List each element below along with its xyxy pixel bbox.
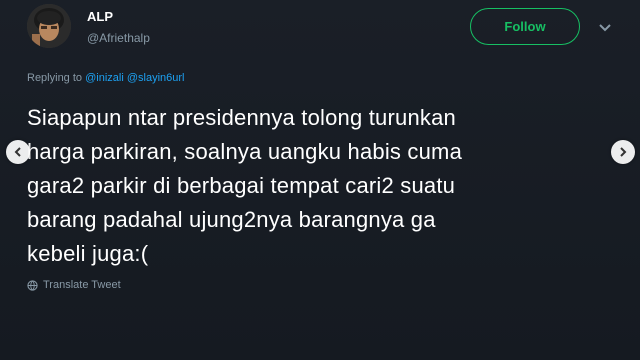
globe-icon bbox=[27, 279, 38, 291]
follow-button[interactable]: Follow bbox=[470, 8, 580, 45]
tweet-text-line: barang padahal ujung2nya barangnya ga bbox=[27, 207, 436, 232]
reply-mention[interactable]: @slayin6url bbox=[127, 72, 185, 84]
reply-mention[interactable]: @inizali bbox=[85, 72, 124, 84]
tweet-text-line: Siapapun ntar presidennya tolong turunka… bbox=[27, 105, 456, 130]
carousel-next-button[interactable] bbox=[611, 140, 635, 164]
chevron-right-icon bbox=[620, 147, 627, 157]
translate-tweet-label: Translate Tweet bbox=[43, 279, 121, 291]
avatar[interactable] bbox=[27, 4, 71, 48]
tweet-text-line: gara2 parkir di berbagai tempat cari2 su… bbox=[27, 173, 456, 198]
replying-to-label: Replying to bbox=[27, 72, 83, 84]
chevron-down-icon[interactable] bbox=[597, 22, 613, 34]
replying-to-line: Replying to @inizali @slayin6url bbox=[27, 72, 185, 84]
tweet-card: ALP @Afriethalp Follow Replying to @iniz… bbox=[0, 0, 640, 360]
translate-tweet-link[interactable]: Translate Tweet bbox=[27, 279, 121, 291]
chevron-left-icon bbox=[14, 147, 21, 157]
tweet-text-line: kebeli juga:( bbox=[27, 241, 149, 266]
author-display-name[interactable]: ALP bbox=[87, 9, 113, 24]
tweet-text-line: harga parkiran, soalnya uangku habis cum… bbox=[27, 139, 463, 164]
author-handle[interactable]: @Afriethalp bbox=[87, 31, 150, 45]
tweet-text: Siapapun ntar presidennya tolong turunka… bbox=[27, 101, 617, 271]
carousel-prev-button[interactable] bbox=[6, 140, 30, 164]
